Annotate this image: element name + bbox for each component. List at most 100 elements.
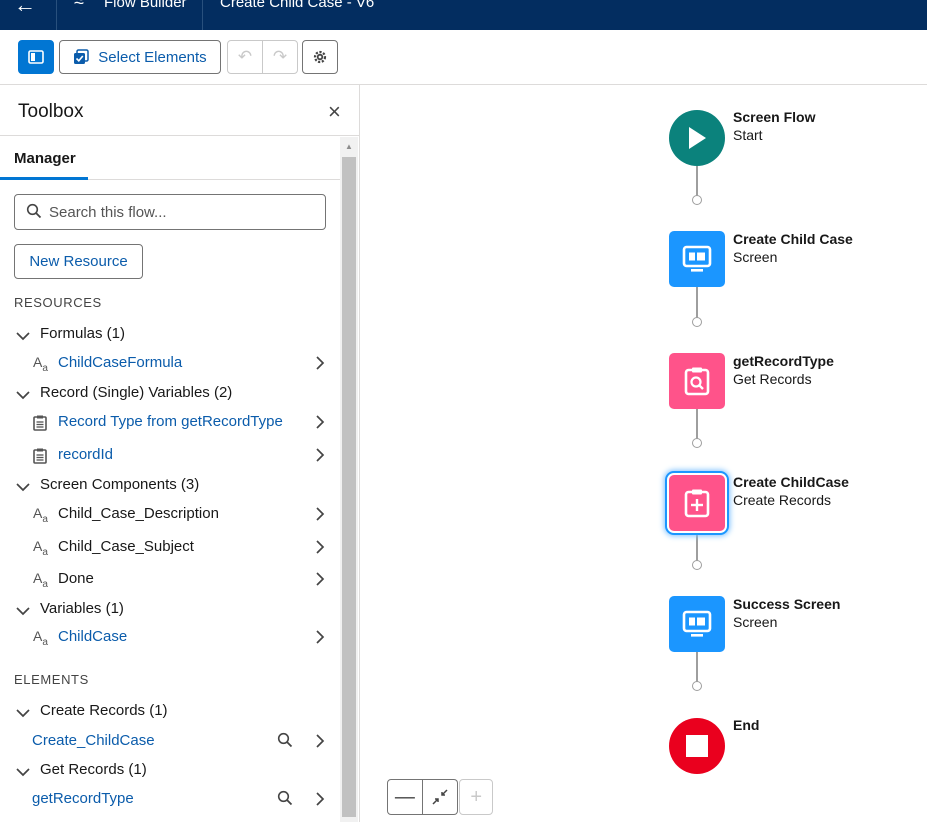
undo-icon[interactable]: ↶ (228, 41, 263, 73)
resource-item[interactable]: Aa Child_Case_Subject (0, 533, 340, 563)
divider (0, 135, 359, 136)
resource-label: recordId (58, 446, 114, 463)
group-label: Create Records (1) (40, 702, 168, 719)
node-title: Create Child Case (733, 231, 853, 247)
search-box (14, 194, 326, 230)
chevron-right-icon[interactable] (313, 572, 327, 586)
get-records-node[interactable] (669, 353, 725, 409)
active-tab-indicator (0, 177, 88, 180)
chevron-right-icon[interactable] (313, 415, 327, 429)
record-lookup-icon (684, 367, 710, 396)
select-elements-icon (74, 49, 90, 64)
add-element-connector[interactable] (692, 681, 702, 691)
add-element-connector[interactable] (692, 195, 702, 205)
flow-settings-button[interactable] (302, 40, 338, 74)
undo-redo-group: ↶ ↷ (227, 40, 298, 74)
group-label: Get Records (1) (40, 761, 147, 778)
group-variables[interactable]: Variables (1) (0, 595, 340, 625)
fit-to-view-icon[interactable] (422, 779, 459, 815)
node-subtitle: Get Records (733, 371, 812, 387)
chevron-down-icon (16, 709, 30, 718)
resource-label: ChildCaseFormula (58, 354, 183, 371)
create-records-node[interactable] (669, 475, 725, 531)
chevron-right-icon[interactable] (313, 356, 327, 370)
select-elements-button[interactable]: Select Elements (59, 40, 221, 74)
play-icon (689, 127, 706, 149)
group-label: Formulas (1) (40, 325, 126, 342)
zoom-in-icon[interactable]: + (459, 779, 493, 815)
group-create-records[interactable]: Create Records (1) (0, 697, 340, 727)
screen-node[interactable] (669, 231, 725, 287)
flow-canvas[interactable]: Screen Flow Start Create Child Case Scre… (361, 85, 927, 822)
stop-icon (686, 735, 708, 757)
text-type-icon: Aa (33, 538, 48, 558)
text-type-icon: Aa (33, 570, 48, 590)
text-type-icon: Aa (33, 354, 48, 374)
search-icon (26, 203, 42, 219)
chevron-down-icon (16, 391, 30, 400)
screen-node[interactable] (669, 596, 725, 652)
search-icon[interactable] (277, 790, 293, 806)
resource-item[interactable]: recordId (0, 441, 340, 471)
scrollbar-thumb[interactable] (342, 157, 356, 817)
new-resource-button[interactable]: New Resource (14, 244, 143, 279)
node-title: Screen Flow (733, 109, 816, 125)
group-label: Screen Components (3) (40, 476, 200, 493)
close-icon[interactable]: × (328, 99, 341, 125)
group-record-single-variables[interactable]: Record (Single) Variables (2) (0, 379, 340, 409)
resources-section-label: RESOURCES (14, 295, 102, 310)
element-item[interactable]: getRecordType (0, 785, 340, 815)
toolbox-title: Toolbox (18, 101, 84, 122)
start-node[interactable] (669, 110, 725, 166)
panel-icon (28, 50, 44, 64)
add-element-connector[interactable] (692, 560, 702, 570)
group-get-records[interactable]: Get Records (1) (0, 756, 340, 786)
node-subtitle: Screen (733, 614, 778, 630)
element-label: Create_ChildCase (32, 732, 155, 749)
end-node[interactable] (669, 718, 725, 774)
resource-item[interactable]: Aa ChildCase (0, 623, 340, 653)
tab-manager[interactable]: Manager (14, 150, 76, 167)
group-label: Record (Single) Variables (2) (40, 384, 233, 401)
search-input[interactable] (49, 201, 319, 223)
add-element-connector[interactable] (692, 317, 702, 327)
resource-label: Record Type from getRecordType (58, 413, 283, 430)
search-icon[interactable] (277, 732, 293, 748)
resource-item[interactable]: Aa ChildCaseFormula (0, 349, 340, 379)
chevron-right-icon[interactable] (313, 734, 327, 748)
node-subtitle: Screen (733, 249, 778, 265)
resource-item[interactable]: Aa Child_Case_Description (0, 500, 340, 530)
screen-icon (682, 610, 712, 637)
record-icon (33, 448, 47, 464)
flow-builder-icon: ≈ (74, 0, 84, 11)
chevron-down-icon (16, 607, 30, 616)
back-arrow-icon[interactable]: ← (14, 0, 36, 16)
header-divider (202, 0, 203, 30)
group-screen-components[interactable]: Screen Components (3) (0, 471, 340, 501)
add-element-connector[interactable] (692, 438, 702, 448)
chevron-right-icon[interactable] (313, 630, 327, 644)
scroll-up-icon[interactable]: ▲ (345, 142, 353, 151)
chevron-down-icon (16, 332, 30, 341)
chevron-right-icon[interactable] (313, 448, 327, 462)
toggle-toolbox-button[interactable] (18, 40, 54, 74)
resource-label: Done (58, 570, 94, 587)
resource-item[interactable]: Record Type from getRecordType (0, 408, 340, 438)
chevron-right-icon[interactable] (313, 792, 327, 806)
resource-label: Child_Case_Subject (58, 538, 194, 555)
app-name: Flow Builder (104, 0, 187, 11)
element-item[interactable]: Create_ChildCase (0, 727, 340, 757)
select-elements-label: Select Elements (98, 48, 207, 66)
group-formulas[interactable]: Formulas (1) (0, 320, 340, 350)
redo-icon[interactable]: ↷ (263, 41, 297, 73)
resource-item[interactable]: Aa Done (0, 565, 340, 595)
toolbox-scrollbar[interactable]: ▲ (340, 137, 358, 822)
node-title: Create ChildCase (733, 474, 849, 490)
chevron-right-icon[interactable] (313, 540, 327, 554)
record-create-icon (684, 489, 710, 518)
group-label: Variables (1) (40, 600, 124, 617)
zoom-out-icon[interactable]: — (387, 779, 423, 815)
zoom-controls: — + (387, 779, 493, 815)
app-header: ← ≈ Flow Builder Create Child Case - V6 (0, 0, 927, 30)
chevron-right-icon[interactable] (313, 507, 327, 521)
